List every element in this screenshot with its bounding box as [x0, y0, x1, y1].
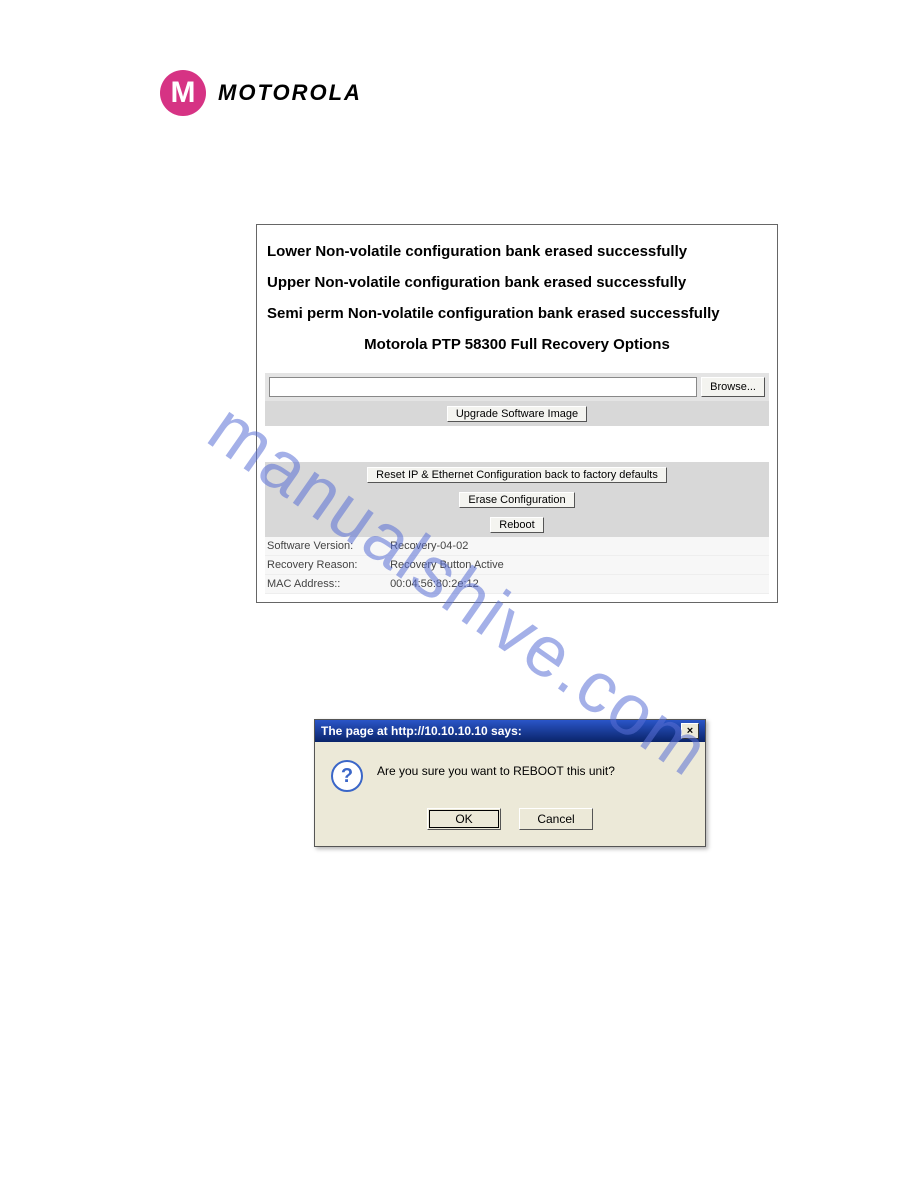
dialog-message: Are you sure you want to REBOOT this uni…	[377, 760, 615, 778]
reset-ip-row: Reset IP & Ethernet Configuration back t…	[265, 462, 769, 487]
software-version-row: Software Version: Recovery-04-02	[265, 537, 769, 556]
erase-status-upper: Upper Non-volatile configuration bank er…	[267, 274, 767, 291]
mac-address-label: MAC Address::	[267, 578, 387, 590]
mac-address-row: MAC Address:: 00:04:56:80:2e:12	[265, 575, 769, 594]
file-path-input[interactable]	[269, 377, 697, 397]
upgrade-software-button[interactable]: Upgrade Software Image	[447, 406, 587, 422]
software-version-label: Software Version:	[267, 540, 387, 552]
erase-status-lower: Lower Non-volatile configuration bank er…	[267, 243, 767, 260]
recovery-reason-value: Recovery Button Active	[390, 559, 504, 571]
motorola-logo-icon: M	[160, 70, 206, 116]
recovery-reason-row: Recovery Reason: Recovery Button Active	[265, 556, 769, 575]
dialog-title: The page at http://10.10.10.10 says:	[321, 724, 522, 738]
cancel-button[interactable]: Cancel	[519, 808, 593, 830]
software-version-value: Recovery-04-02	[390, 540, 468, 552]
file-chooser-row: Browse...	[265, 373, 769, 401]
brand-header: M MOTOROLA	[160, 70, 362, 116]
reset-ip-button[interactable]: Reset IP & Ethernet Configuration back t…	[367, 467, 667, 483]
recovery-panel: Lower Non-volatile configuration bank er…	[256, 224, 778, 603]
ok-button[interactable]: OK	[427, 808, 501, 830]
upgrade-row: Upgrade Software Image	[265, 401, 769, 426]
panel-title: Motorola PTP 58300 Full Recovery Options	[265, 336, 769, 353]
erase-row: Erase Configuration	[265, 487, 769, 512]
erase-config-button[interactable]: Erase Configuration	[459, 492, 574, 508]
mac-address-value: 00:04:56:80:2e:12	[390, 578, 479, 590]
question-icon: ?	[331, 760, 363, 792]
motorola-wordmark: MOTOROLA	[218, 80, 362, 106]
reboot-confirm-dialog: The page at http://10.10.10.10 says: × ?…	[314, 719, 706, 847]
browse-button[interactable]: Browse...	[701, 377, 765, 397]
reboot-row: Reboot	[265, 512, 769, 537]
dialog-titlebar: The page at http://10.10.10.10 says: ×	[315, 720, 705, 742]
erase-status-semi: Semi perm Non-volatile configuration ban…	[267, 305, 767, 322]
dialog-button-row: OK Cancel	[315, 802, 705, 846]
recovery-reason-label: Recovery Reason:	[267, 559, 387, 571]
reboot-button[interactable]: Reboot	[490, 517, 543, 533]
close-icon[interactable]: ×	[681, 723, 699, 739]
